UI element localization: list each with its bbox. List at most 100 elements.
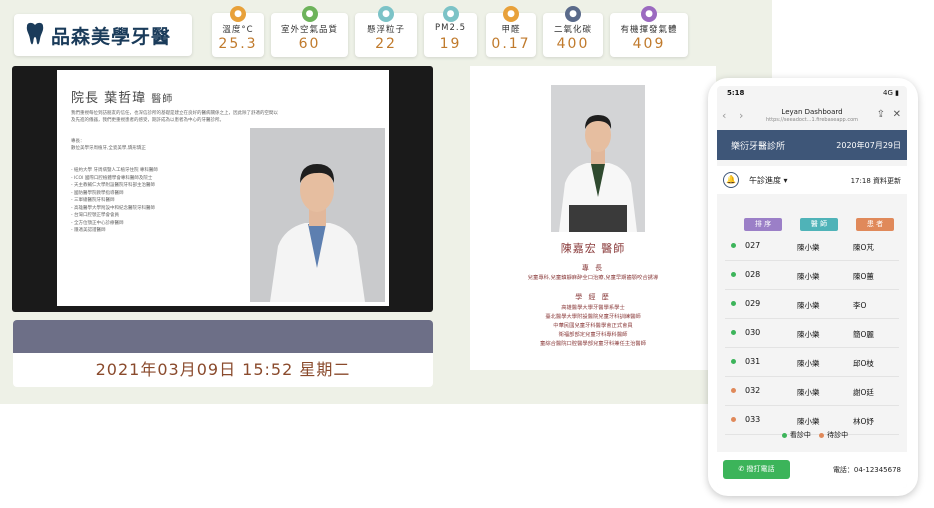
sensor-value: 409 (632, 36, 666, 52)
call-button-label: 撥打電話 (746, 465, 775, 473)
slide-credentials: - 紐約大學 牙周病暨人工植牙住院 專科醫師 - ICOI 國際口腔植體學會專科醫… (71, 167, 158, 235)
slide-intro: 我們重視每位到訪朋友的信任，也深信診所的基礎是建立在良好的醫病關係之上，因此除了… (71, 111, 278, 123)
queue-doctor: 陳小樂 (797, 359, 820, 368)
clinic-phone: 電話：04-12345678 (832, 466, 901, 474)
queue-number: 031 (745, 357, 761, 366)
slide-title-text: 院長 葉哲瑋 (71, 91, 147, 106)
close-icon[interactable]: ✕ (893, 109, 901, 120)
clinic-title: 樂衍牙醫診所 (731, 142, 786, 152)
sensor-value: 22 (375, 36, 397, 52)
credential-item: - 隱適美認證醫師 (71, 228, 106, 233)
queue-patient: 簡O麗 (853, 330, 874, 339)
thermometer-icon: ● (230, 6, 246, 22)
status-time: 5:18 (727, 89, 745, 97)
queue-patient: 謝O廷 (853, 388, 874, 397)
history-item: 童綜合醫院口腔醫學部兒童牙科兼任主治醫師 (540, 341, 646, 347)
caret-down-icon: ▾ (783, 176, 788, 185)
slide-specialty: 專長： 數位美學牙周植牙,全瓷美學,矯形矯正 (71, 138, 146, 152)
sensor-value: 25.3 (218, 36, 258, 52)
sensor-label: 二氧化碳 (553, 25, 592, 35)
sensor-card: ● 室外空氣品質 60 (271, 6, 348, 57)
signal-indicator: 4G ▮ (883, 89, 899, 97)
sensor-value: 19 (439, 36, 462, 52)
clinic-name: 品森美學牙醫 (51, 25, 172, 48)
queue-doctor: 陳小樂 (797, 272, 820, 281)
sensor-label: 有機揮發氣體 (620, 25, 678, 35)
director-slide: 院長 葉哲瑋 醫師 我們重視每位到訪朋友的信任，也深信診所的基礎是建立在良好的醫… (57, 70, 389, 306)
queue-number: 032 (745, 386, 761, 395)
status-dot-icon (731, 388, 736, 393)
slide-specialty-text: 數位美學牙周植牙,全瓷美學,矯形矯正 (71, 146, 146, 151)
queue-row: 032 陳小樂 謝O廷 (725, 377, 899, 406)
sensor-value: 60 (298, 36, 321, 52)
clinic-logo: 品森美學牙醫 (14, 14, 192, 56)
session-select[interactable]: 午診進度 ▾ (749, 175, 788, 186)
bell-icon[interactable]: 🔔 (723, 172, 739, 188)
status-legend: 看診中 待診中 (717, 430, 907, 446)
seeing-dot-icon (781, 432, 787, 438)
doctor-header: 醫 師 (800, 218, 838, 231)
sensor-label: 甲醛 (501, 25, 521, 35)
phone-icon: ✆ (738, 465, 745, 473)
tooth-icon (26, 22, 44, 45)
slide-title: 院長 葉哲瑋 醫師 (71, 87, 173, 106)
status-dot-icon (731, 330, 736, 335)
credential-item: - 台灣口腔顎正學會會員 (71, 213, 120, 218)
sensor-card: ● 有機揮發氣體 409 (610, 6, 688, 57)
sensor-label: 懸浮粒子 (366, 25, 405, 35)
session-label: 午診進度 (749, 176, 781, 185)
session-bar: 🔔 午診進度 ▾ 17:18 資料更新 (717, 166, 907, 194)
order-header: 排 序 (744, 218, 782, 231)
history-item: 中華民國兒童牙科醫學會正式會員 (553, 323, 633, 329)
patient-header: 患 者 (856, 218, 894, 231)
doctor-photo (551, 85, 645, 232)
queue-row: 027 陳小樂 陳O芃 (725, 232, 899, 261)
specialty-heading: 專 長 (581, 264, 605, 272)
queue-number: 030 (745, 328, 761, 337)
leaf-icon: ● (301, 6, 318, 22)
doctor-card: 陳嘉宏 醫師 專 長 兒童專科,兒童鎮靜麻醉全口治療,兒童早期齒顎咬合誘導 學 … (470, 66, 716, 370)
status-dot-icon (731, 243, 736, 248)
queue-row: 028 陳小樂 陳O蕙 (725, 261, 899, 290)
sensor-label: 室外空氣品質 (280, 25, 338, 35)
info-bar (13, 320, 433, 353)
specialty-text: 兒童專科,兒童鎮靜麻醉全口治療,兒童早期齒顎咬合誘導 (527, 275, 659, 281)
slide-title-suffix: 醫師 (151, 94, 174, 105)
sensor-card: ● 溫度°C 25.3 (212, 6, 264, 57)
director-photo (250, 128, 385, 302)
call-button[interactable]: ✆ 撥打電話 (723, 460, 790, 479)
slide-specialty-label: 專長： (71, 139, 85, 144)
sensor-value: 400 (556, 36, 590, 52)
legend-waiting-label: 待診中 (827, 431, 849, 439)
status-dot-icon (731, 417, 736, 422)
history-heading: 學 經 歷 (575, 293, 611, 301)
history-item: 衛福部部定兒童牙科專科醫師 (558, 332, 628, 338)
sensor-label: PM2.5 (435, 23, 466, 33)
credential-item: - 國防醫學院教學指導醫師 (71, 190, 124, 196)
queue-patient: 陳O芃 (853, 243, 874, 252)
queue-row: 029 陳小樂 李O (725, 290, 899, 319)
queue-patient: 邱O枝 (853, 359, 874, 368)
queue-number: 028 (745, 270, 761, 279)
clock-box: 2021年03月09日 15:52 星期二 (13, 353, 433, 387)
credential-item: - 天主教輔仁大學附設醫院牙科部主治醫師 (71, 183, 156, 188)
sensor-value: 0.17 (491, 36, 531, 52)
header-date: 2020年07月29日 (836, 141, 901, 150)
update-time: 17:18 資料更新 (850, 177, 901, 185)
particle-icon: ● (378, 6, 394, 22)
date-time-display: 2021年03月09日 15:52 星期二 (95, 360, 351, 379)
voc-icon: ● (641, 6, 657, 22)
queue-doctor: 陳小樂 (797, 330, 820, 339)
queue-doctor: 陳小樂 (797, 388, 820, 397)
queue-patient: 陳O蕙 (853, 272, 874, 281)
share-icon[interactable]: ⇪ (877, 109, 885, 120)
status-dot-icon (731, 301, 736, 306)
formaldehyde-icon: ● (503, 6, 519, 22)
credential-item: - 全方位顎正中心診療醫師 (71, 220, 124, 226)
queue-doctor: 陳小樂 (797, 301, 820, 310)
app-header: 樂衍牙醫診所 2020年07月29日 (717, 130, 907, 160)
legend-seeing-label: 看診中 (789, 431, 811, 439)
bottom-bar: ✆ 撥打電話 電話：04-12345678 (717, 452, 907, 488)
sensor-card: ● PM2.5 19 (424, 6, 477, 57)
queue-patient: 李O (853, 301, 867, 310)
